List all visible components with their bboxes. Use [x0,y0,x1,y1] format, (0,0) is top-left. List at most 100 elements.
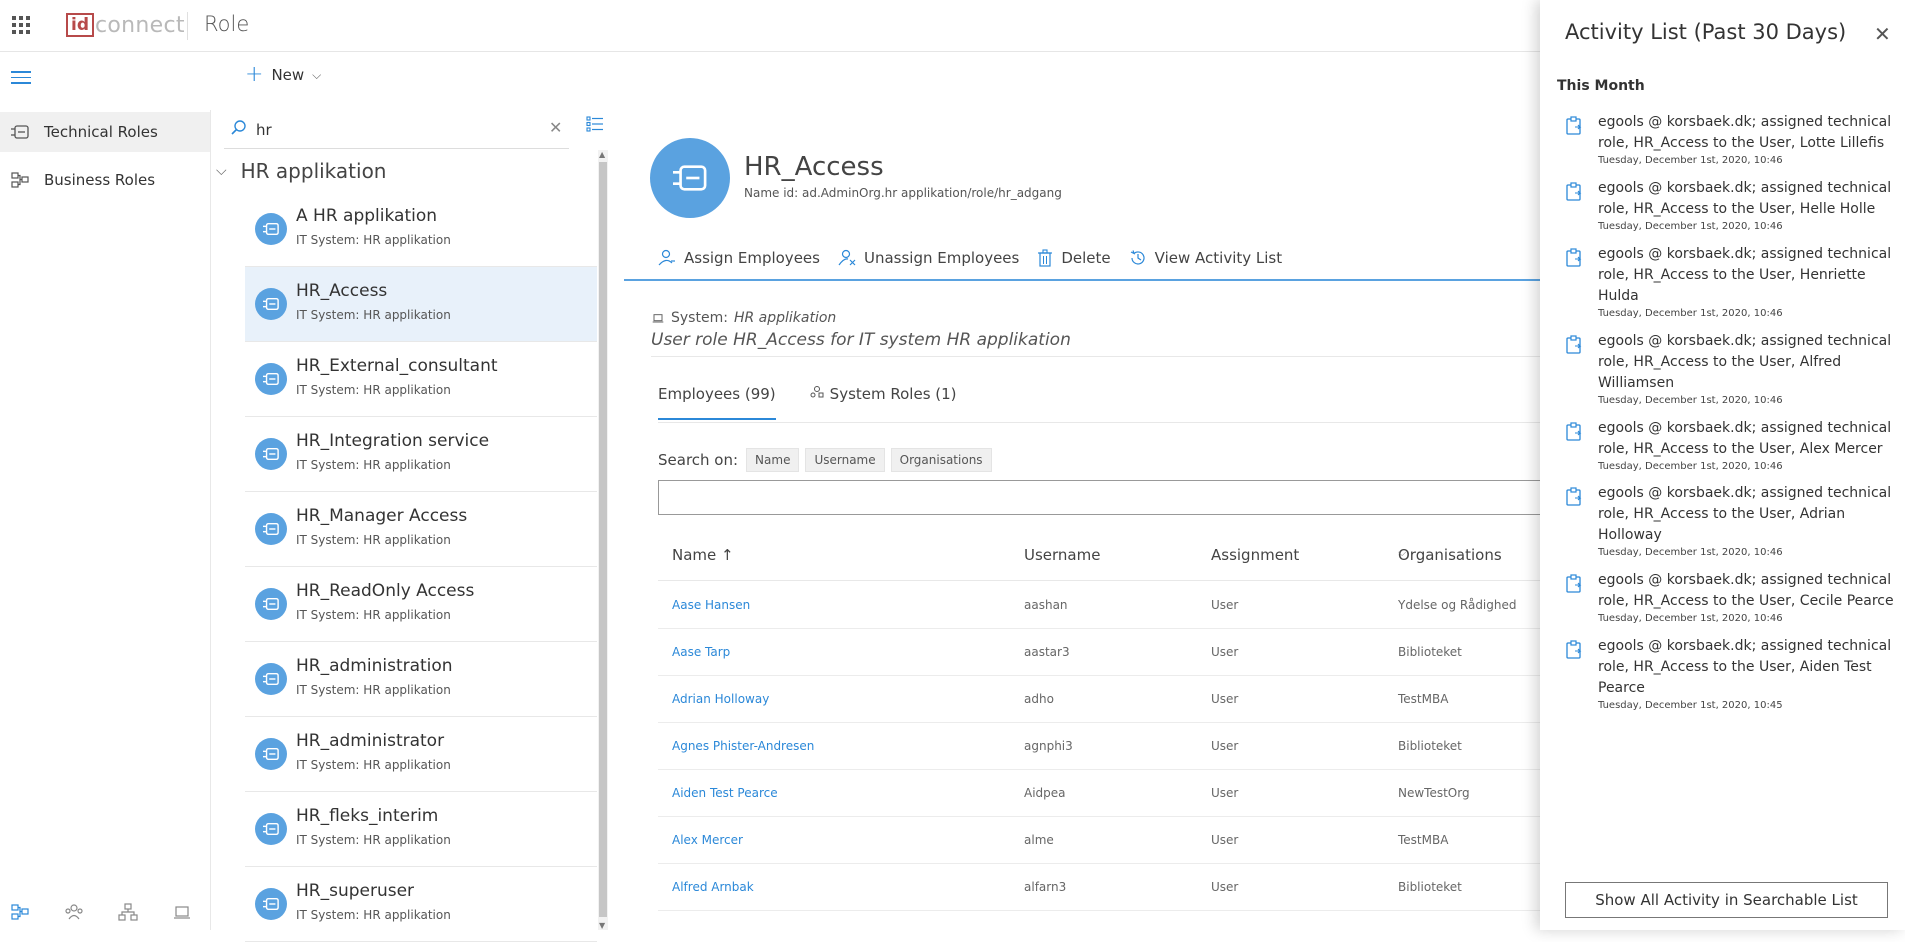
role-item-system: IT System: HR applikation [296,233,451,247]
activity-text-block: egools @ korsbaek.dk; assigned technical… [1598,112,1894,167]
activity-timestamp: Tuesday, December 1st, 2020, 10:46 [1598,547,1783,558]
tab-employees[interactable]: Employees (99) [658,385,776,420]
column-header-assignment[interactable]: Assignment [1211,546,1299,564]
activity-timestamp: Tuesday, December 1st, 2020, 10:46 [1598,308,1783,319]
employee-name-link[interactable]: Alfred Arnbak [672,880,754,894]
tab-system-roles-label: System Roles (1) [829,385,957,403]
system-label: System: [671,310,728,326]
role-list-item[interactable]: HR_Access IT System: HR applikation [245,267,597,342]
role-item-avatar [255,288,287,320]
hamburger-menu-icon[interactable] [11,71,31,88]
page-title: Role [204,12,250,36]
employee-organisation: Biblioteket [1398,739,1462,753]
idconnect-logo[interactable]: id connect [66,12,185,38]
delete-button[interactable]: Delete [1037,249,1111,267]
role-item-avatar [255,738,287,770]
assign-employees-button[interactable]: Assign Employees [658,249,820,267]
technical-role-icon [263,597,279,611]
scrollbar-thumb[interactable] [599,162,607,917]
new-button[interactable]: + New ⌵ [245,64,321,86]
table-row: Alex Mercer alme User TestMBA [658,817,1540,864]
app-launcher-icon[interactable] [12,16,30,34]
employee-name-link[interactable]: Agnes Phister-Andresen [672,739,814,753]
employee-name-link[interactable]: Aiden Test Pearce [672,786,778,800]
role-item-name: HR_administrator [296,731,445,751]
employee-organisation: Biblioteket [1398,645,1462,659]
search-chip-name[interactable]: Name [746,448,800,472]
view-activity-list-button[interactable]: View Activity List [1129,249,1282,267]
role-list-item[interactable]: HR_External_consultant IT System: HR appl… [245,342,597,417]
activity-text: egools @ korsbaek.dk; assigned technical… [1598,246,1892,304]
role-list: A HR applikation IT System: HR applikatio… [245,192,597,942]
nav-item-label: Business Roles [44,171,156,189]
scroll-down-icon[interactable]: ▼ [599,921,605,930]
employee-name-link[interactable]: Alex Mercer [672,833,743,847]
employee-assignment: User [1211,786,1239,800]
activity-text-block: egools @ korsbaek.dk; assigned technical… [1598,418,1894,473]
role-title: HR_Access [744,152,884,182]
search-chip-username[interactable]: Username [805,448,885,472]
search-chip-organisations[interactable]: Organisations [890,448,992,472]
activity-text: egools @ korsbaek.dk; assigned technical… [1598,180,1892,217]
table-row: Adrian Holloway adho User TestMBA [658,676,1540,723]
search-on-label: Search on: [658,451,739,469]
nav-item-business-roles[interactable]: Business Roles [0,160,210,200]
employee-search-field[interactable] [658,480,1540,515]
role-search-input[interactable] [256,117,536,143]
clipboard-icon [1566,640,1582,659]
role-list-item[interactable]: HR_administrator IT System: HR applikatio… [245,717,597,792]
business-role-icon[interactable] [10,903,30,921]
role-list-item[interactable]: HR_ReadOnly Access IT System: HR applikat… [245,567,597,642]
employee-name-link[interactable]: Aase Tarp [672,645,730,659]
table-row: Alfred Arnbak alfarn3 User Biblioteket [658,864,1540,911]
group-label: HR applikation [240,159,387,183]
laptop-icon[interactable] [172,903,192,921]
role-item-avatar [255,888,287,920]
employee-name-link[interactable]: Aase Hansen [672,598,750,612]
employee-search-input[interactable] [659,481,1540,514]
activity-timestamp: Tuesday, December 1st, 2020, 10:45 [1598,700,1783,711]
role-group-header[interactable]: ⌵ HR applikation [216,150,596,192]
unassign-employees-button[interactable]: Unassign Employees [838,249,1019,267]
role-item-system: IT System: HR applikation [296,308,451,322]
remove-person-icon [838,249,856,265]
scroll-up-icon[interactable]: ▲ [599,150,605,159]
role-list-item[interactable]: HR_superuser IT System: HR applikation [245,867,597,942]
role-item-system: IT System: HR applikation [296,533,451,547]
role-item-system: IT System: HR applikation [296,833,451,847]
role-list-item[interactable]: A HR applikation IT System: HR applikatio… [245,192,597,267]
column-header-name[interactable]: Name ↑ [672,546,734,564]
show-all-activity-button[interactable]: Show All Activity in Searchable List [1565,882,1888,918]
role-list-item[interactable]: HR_fleks_interim IT System: HR applikatio… [245,792,597,867]
clipboard-icon-wrap [1565,335,1583,355]
activity-text: egools @ korsbaek.dk; assigned technical… [1598,420,1892,457]
technical-role-icon [11,125,29,139]
role-list-item[interactable]: HR_Manager Access IT System: HR applikati… [245,492,597,567]
unassign-employees-label: Unassign Employees [863,248,1020,267]
role-item-avatar [255,663,287,695]
employee-name-link[interactable]: Adrian Holloway [672,692,769,706]
list-view-toggle-icon[interactable] [586,116,604,132]
role-item-system: IT System: HR applikation [296,608,451,622]
activity-timestamp: Tuesday, December 1st, 2020, 10:46 [1598,461,1783,472]
chevron-down-icon: ⌵ [1398,546,1407,559]
clipboard-icon-wrap [1565,640,1583,660]
close-icon[interactable]: ✕ [1874,22,1891,46]
role-list-item[interactable]: HR_administration IT System: HR applikati… [245,642,597,717]
system-value: HR applikation [733,310,837,326]
org-chart-icon[interactable] [118,903,138,921]
employee-table-header: Name ↑ Username Assignment Organisations… [658,546,1540,581]
clipboard-icon-wrap [1565,116,1583,136]
employee-username: alme [1024,833,1054,847]
role-item-name: HR_External_consultant [296,356,498,376]
table-row: Agnes Phister-Andresen agnphi3 User Bibliot… [658,723,1540,770]
role-list-item[interactable]: HR_Integration service IT System: HR appl… [245,417,597,492]
left-navigation: Technical Roles Business Roles [0,110,211,930]
tab-system-roles[interactable]: System Roles (1) [810,385,957,420]
people-icon[interactable] [64,903,84,921]
technical-role-icon [673,165,707,191]
role-list-scrollbar[interactable]: ▲ ▼ [598,150,608,930]
clear-search-icon[interactable]: ✕ [549,118,562,137]
column-header-username[interactable]: Username [1024,546,1100,564]
nav-item-technical-roles[interactable]: Technical Roles [0,112,210,152]
